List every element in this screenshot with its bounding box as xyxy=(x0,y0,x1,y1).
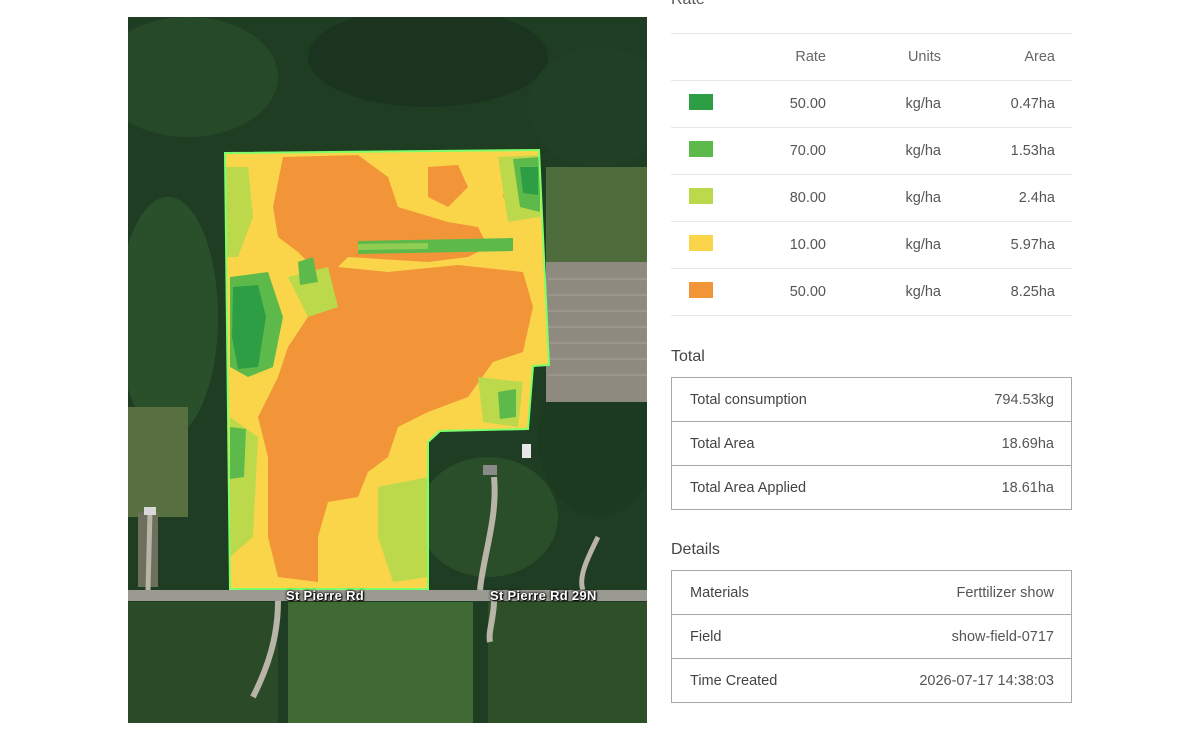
row-value: 18.61ha xyxy=(1001,479,1054,496)
details-row-field: Field show-field-0717 xyxy=(672,614,1071,658)
details-box: Materials Ferttilizer show Field show-fi… xyxy=(671,570,1072,703)
table-row: 50.00 kg/ha 0.47ha xyxy=(671,80,1072,127)
rate-value: 50.00 xyxy=(789,96,826,112)
table-row: 10.00 kg/ha 5.97ha xyxy=(671,221,1072,268)
row-label: Materials xyxy=(690,584,749,601)
row-value: 18.69ha xyxy=(1001,435,1054,452)
details-section-title: Details xyxy=(671,541,720,558)
row-label: Total Area Applied xyxy=(690,479,807,496)
row-label: Total Area xyxy=(690,435,755,452)
row-label: Total consumption xyxy=(690,391,807,408)
column-header-units: Units xyxy=(907,49,941,65)
details-row-materials: Materials Ferttilizer show xyxy=(672,571,1071,614)
total-box: Total consumption 794.53kg Total Area 18… xyxy=(671,377,1072,510)
total-row-area: Total Area 18.69ha xyxy=(672,421,1071,465)
units-value: kg/ha xyxy=(905,284,941,300)
rate-table: Rate Units Area 50.00 kg/ha 0.47ha 70.00… xyxy=(671,33,1072,316)
area-value: 8.25ha xyxy=(1010,284,1055,300)
row-label: Field xyxy=(690,628,722,645)
total-row-area-applied: Total Area Applied 18.61ha xyxy=(672,465,1071,509)
column-header-area: Area xyxy=(1024,49,1055,65)
details-row-time-created: Time Created 2026-07-17 14:38:03 xyxy=(672,658,1071,702)
table-row: 50.00 kg/ha 8.25ha xyxy=(671,268,1072,316)
table-row: 80.00 kg/ha 2.4ha xyxy=(671,174,1072,221)
row-value: 794.53kg xyxy=(994,391,1054,408)
row-value: show-field-0717 xyxy=(951,628,1054,645)
rate-section-heading: Rate xyxy=(671,0,705,9)
color-swatch xyxy=(689,141,713,157)
road-label-st-pierre: St Pierre Rd xyxy=(286,588,365,603)
color-swatch xyxy=(689,188,713,204)
color-swatch xyxy=(689,94,713,110)
units-value: kg/ha xyxy=(905,143,941,159)
row-value: 2026-07-17 14:38:03 xyxy=(919,672,1054,689)
rate-value: 80.00 xyxy=(789,190,826,206)
area-value: 2.4ha xyxy=(1018,190,1055,206)
units-value: kg/ha xyxy=(905,237,941,253)
map-canvas xyxy=(128,17,647,723)
area-value: 1.53ha xyxy=(1010,143,1055,159)
total-section-title: Total xyxy=(671,348,705,365)
row-value: Ferttilizer show xyxy=(956,584,1055,601)
total-row-consumption: Total consumption 794.53kg xyxy=(672,378,1071,421)
units-value: kg/ha xyxy=(905,96,941,112)
rate-value: 50.00 xyxy=(789,284,826,300)
row-label: Time Created xyxy=(690,672,778,689)
rate-value: 70.00 xyxy=(789,143,826,159)
rate-table-header: Rate Units Area xyxy=(671,33,1072,80)
units-value: kg/ha xyxy=(905,190,941,206)
column-header-rate: Rate xyxy=(795,49,826,65)
color-swatch xyxy=(689,282,713,298)
rate-value: 10.00 xyxy=(789,237,826,253)
color-swatch xyxy=(689,235,713,251)
satellite-map[interactable]: St Pierre Rd St Pierre Rd 29N xyxy=(128,17,647,723)
road-label-st-pierre-29n: St Pierre Rd 29N xyxy=(490,588,597,603)
table-row: 70.00 kg/ha 1.53ha xyxy=(671,127,1072,174)
area-value: 0.47ha xyxy=(1010,96,1055,112)
area-value: 5.97ha xyxy=(1010,237,1055,253)
